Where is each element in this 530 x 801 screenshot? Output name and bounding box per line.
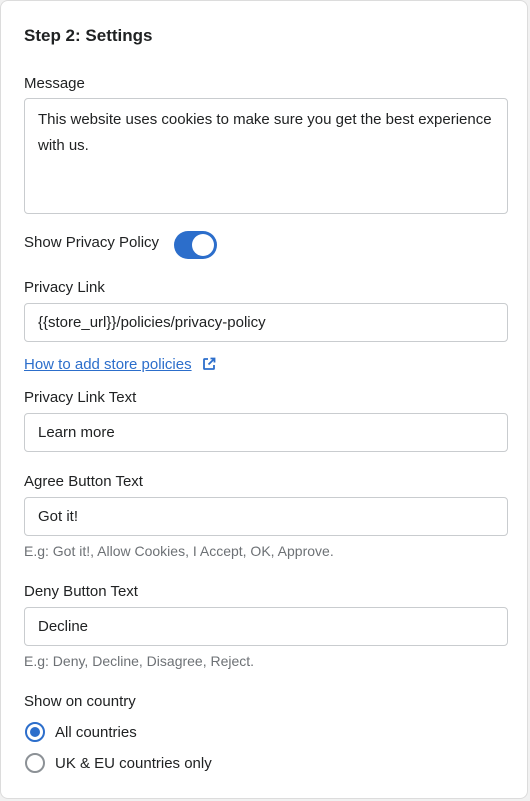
message-textarea[interactable]: This website uses cookies to make sure y… — [24, 98, 508, 214]
show-privacy-policy-toggle[interactable] — [174, 231, 217, 259]
deny-button-text-input[interactable]: Decline — [24, 607, 508, 646]
settings-card: Step 2: Settings Message This website us… — [0, 0, 528, 799]
agree-button-text-label: Agree Button Text — [24, 473, 143, 490]
privacy-link-text-input[interactable]: Learn more — [24, 413, 508, 452]
privacy-link-input[interactable]: {{store_url}}/policies/privacy-policy — [24, 303, 508, 342]
radio-all-countries[interactable] — [25, 722, 45, 742]
external-link-icon[interactable] — [202, 357, 216, 371]
agree-button-help-text: E.g: Got it!, Allow Cookies, I Accept, O… — [24, 543, 334, 559]
show-on-country-label: Show on country — [24, 693, 136, 710]
radio-all-countries-label[interactable]: All countries — [55, 724, 137, 741]
deny-button-text-label: Deny Button Text — [24, 583, 138, 600]
privacy-link-label: Privacy Link — [24, 279, 105, 296]
radio-uk-eu-countries[interactable] — [25, 753, 45, 773]
agree-button-text-input[interactable]: Got it! — [24, 497, 508, 536]
store-policies-help-link[interactable]: How to add store policies — [24, 356, 192, 373]
radio-uk-eu-countries-label[interactable]: UK & EU countries only — [55, 755, 212, 772]
show-privacy-policy-label: Show Privacy Policy — [24, 234, 160, 251]
toggle-knob — [192, 234, 214, 256]
section-title: Step 2: Settings — [24, 26, 153, 45]
privacy-link-text-label: Privacy Link Text — [24, 389, 137, 406]
message-label: Message — [24, 75, 85, 92]
deny-button-help-text: E.g: Deny, Decline, Disagree, Reject. — [24, 653, 255, 669]
radio-dot — [30, 727, 40, 737]
